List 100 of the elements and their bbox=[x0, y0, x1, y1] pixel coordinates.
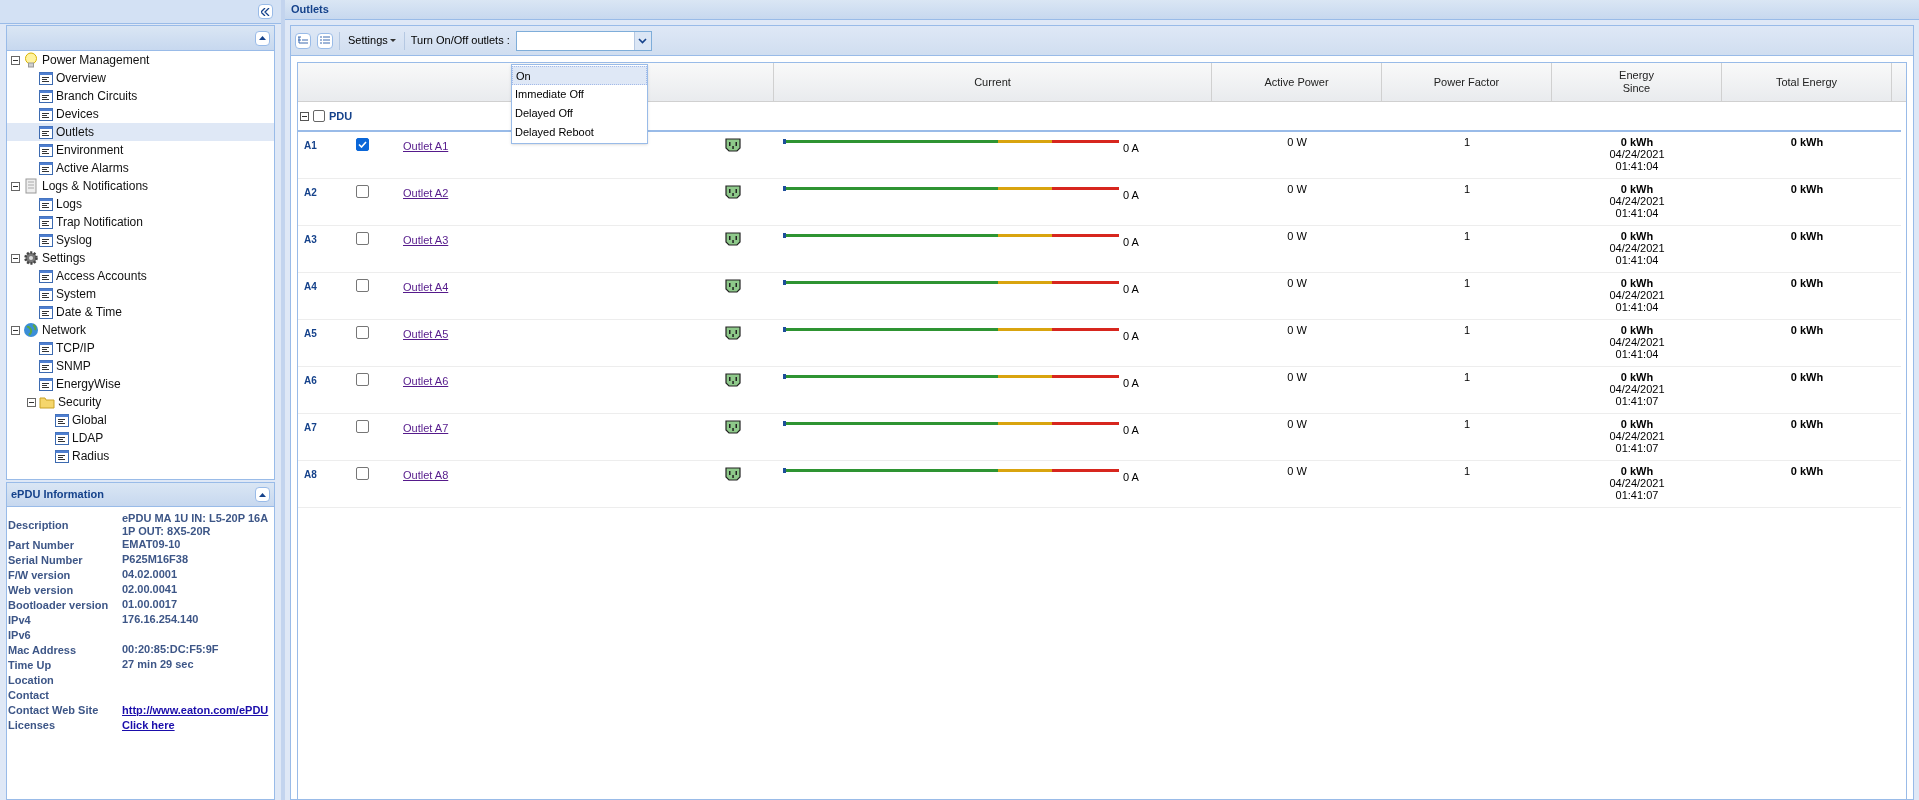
page-icon bbox=[39, 107, 53, 121]
checkbox[interactable] bbox=[356, 373, 369, 386]
info-value: 00:20:85:DC:F5:9F bbox=[122, 643, 220, 657]
collapse-toggle[interactable] bbox=[11, 325, 20, 335]
tree-item[interactable]: Overview bbox=[56, 69, 106, 87]
column-header[interactable]: Active Power bbox=[1264, 75, 1329, 89]
table-cell: 04/24/2021 bbox=[1609, 195, 1665, 207]
table-cell: 1 bbox=[1463, 183, 1471, 195]
tree-item[interactable]: Global bbox=[72, 411, 107, 429]
tree-item[interactable]: Outlets bbox=[56, 123, 94, 141]
outlet-link[interactable]: Outlet A6 bbox=[403, 373, 725, 390]
column-header[interactable]: Energy Since bbox=[1619, 69, 1654, 95]
tree-item[interactable]: Environment bbox=[56, 141, 124, 159]
tree-item[interactable]: Radius bbox=[72, 447, 110, 465]
menu-item[interactable]: On bbox=[512, 66, 647, 85]
turn-outlets-label: Turn On/Off outlets : bbox=[410, 33, 510, 49]
checkbox[interactable] bbox=[356, 138, 369, 151]
checkbox[interactable] bbox=[356, 279, 369, 292]
outlet-icon bbox=[725, 185, 741, 199]
tree-item[interactable]: Date & Time bbox=[56, 303, 123, 321]
tree-item[interactable]: Access Accounts bbox=[56, 267, 147, 285]
info-value: 27 min 29 sec bbox=[122, 658, 195, 672]
tree-item[interactable]: Settings bbox=[42, 249, 86, 267]
expand-all-button[interactable] bbox=[295, 32, 311, 49]
checkbox[interactable] bbox=[356, 232, 369, 245]
collapse-button[interactable] bbox=[258, 4, 273, 19]
info-label: Mac Address bbox=[8, 643, 78, 658]
page-icon bbox=[39, 89, 53, 103]
tree-item[interactable]: Syslog bbox=[56, 231, 93, 249]
outlet-link[interactable]: Outlet A3 bbox=[403, 232, 725, 249]
table-cell: 0 kWh bbox=[1620, 183, 1654, 195]
menu-item[interactable]: Immediate Off bbox=[512, 85, 647, 104]
info-value: 176.16.254.140 bbox=[122, 613, 200, 627]
info-label: IPv4 bbox=[8, 613, 32, 628]
table-cell: 0 W bbox=[1287, 136, 1307, 148]
page-icon bbox=[39, 125, 53, 139]
info-label: Time Up bbox=[8, 658, 53, 673]
page-icon bbox=[39, 341, 53, 355]
group-label: PDU bbox=[329, 108, 353, 124]
table-cell: 01:41:04 bbox=[1615, 160, 1659, 172]
tree-item[interactable]: EnergyWise bbox=[56, 375, 121, 393]
page-icon bbox=[39, 305, 53, 319]
info-value: 04.02.0001 bbox=[122, 568, 179, 582]
checkbox[interactable] bbox=[356, 467, 369, 480]
outlet-link[interactable]: Outlet A8 bbox=[403, 467, 725, 484]
table-cell: 01:41:07 bbox=[1615, 442, 1659, 454]
page-icon bbox=[39, 359, 53, 373]
page-icon bbox=[39, 377, 53, 391]
table-cell: 0 kWh bbox=[1620, 418, 1654, 430]
outlet-link[interactable]: Outlet A5 bbox=[403, 326, 725, 343]
table-cell: 01:41:04 bbox=[1615, 254, 1659, 266]
tree-item[interactable]: Logs bbox=[56, 195, 83, 213]
tree-item[interactable]: Branch Circuits bbox=[56, 87, 138, 105]
table-cell: 0 W bbox=[1287, 230, 1307, 242]
column-header[interactable]: Power Factor bbox=[1433, 75, 1500, 89]
tree-item[interactable]: Active Alarms bbox=[56, 159, 129, 177]
tree-item[interactable]: System bbox=[56, 285, 96, 303]
minus-icon bbox=[13, 57, 18, 63]
outlet-link[interactable]: Outlet A7 bbox=[403, 420, 725, 437]
settings-menu-button[interactable]: Settings bbox=[346, 32, 398, 49]
outlet-link[interactable]: Outlet A2 bbox=[403, 185, 725, 202]
tree-item[interactable]: Security bbox=[58, 393, 102, 411]
table-cell: 1 bbox=[1463, 465, 1471, 477]
tree-item[interactable]: Trap Notification bbox=[56, 213, 143, 231]
globe-icon bbox=[23, 322, 39, 338]
collapse-toggle[interactable] bbox=[27, 397, 36, 407]
tree-item[interactable]: LDAP bbox=[72, 429, 104, 447]
table-cell: 04/24/2021 bbox=[1609, 289, 1665, 301]
checkbox[interactable] bbox=[356, 326, 369, 339]
tree-item[interactable]: Logs & Notifications bbox=[42, 177, 149, 195]
current-value: 0 A bbox=[1123, 141, 1139, 156]
menu-item[interactable]: Delayed Off bbox=[512, 104, 647, 123]
outlet-link[interactable]: Outlet A4 bbox=[403, 279, 725, 296]
checkbox[interactable] bbox=[356, 185, 369, 198]
tree-item[interactable]: Network bbox=[42, 321, 86, 339]
checkbox[interactable] bbox=[313, 110, 325, 122]
checkbox[interactable] bbox=[356, 420, 369, 433]
collapse-toggle[interactable] bbox=[300, 111, 309, 121]
table-cell: 0 kWh bbox=[1790, 465, 1824, 477]
tree-item[interactable]: Power Management bbox=[42, 51, 150, 69]
table-cell: 04/24/2021 bbox=[1609, 477, 1665, 489]
collapse-up-button[interactable] bbox=[255, 30, 270, 46]
info-label: Location bbox=[8, 673, 55, 688]
page-icon bbox=[39, 161, 53, 175]
collapse-toggle[interactable] bbox=[11, 253, 20, 263]
collapse-toggle[interactable] bbox=[11, 55, 20, 65]
tree-item[interactable]: TCP/IP bbox=[56, 339, 95, 357]
table-cell: 0 W bbox=[1287, 277, 1307, 289]
collapse-toggle[interactable] bbox=[11, 181, 20, 191]
tree-item[interactable]: SNMP bbox=[56, 357, 91, 375]
tree-item[interactable]: Devices bbox=[56, 105, 99, 123]
column-header[interactable]: Total Energy bbox=[1775, 75, 1838, 89]
link[interactable]: http://www.eaton.com/ePDU bbox=[122, 703, 269, 718]
page-icon bbox=[39, 269, 53, 283]
panel-title: Outlets bbox=[291, 2, 329, 18]
column-header[interactable]: Current bbox=[974, 75, 1011, 89]
minus-icon bbox=[302, 113, 307, 119]
info-value: 02.00.0041 bbox=[122, 583, 179, 597]
collapse-up-button[interactable] bbox=[255, 487, 270, 502]
link[interactable]: Click here bbox=[122, 718, 175, 733]
